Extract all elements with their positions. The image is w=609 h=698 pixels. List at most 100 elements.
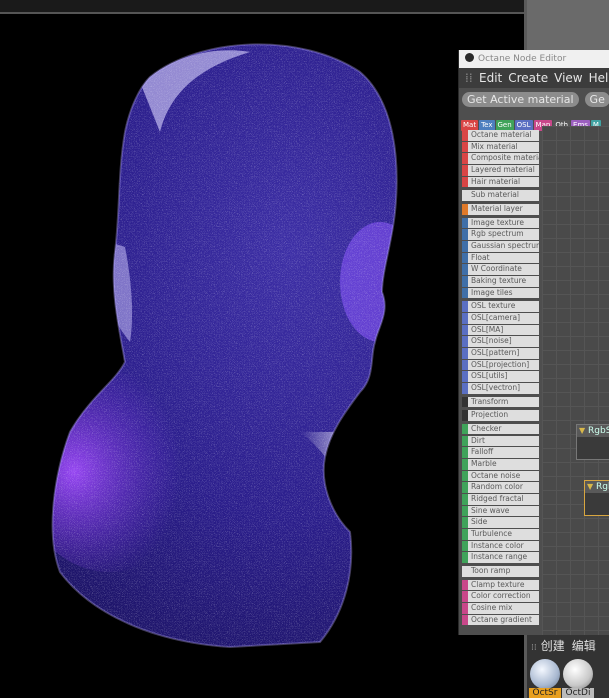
node-item-instance-color[interactable]: Instance color — [462, 540, 539, 552]
node-item-octane-material[interactable]: Octane material — [462, 130, 539, 141]
node-item-label: Side — [471, 517, 488, 527]
menu-create[interactable]: Create — [508, 71, 548, 85]
canvas-node-label: Rgb — [596, 482, 609, 492]
node-item-label: OSL[utils] — [471, 371, 508, 381]
collapse-arrow-icon[interactable]: ▼ — [579, 426, 585, 435]
category-color-swatch — [462, 383, 468, 394]
node-item-sub-material[interactable]: Sub material — [462, 190, 539, 201]
get-button[interactable]: Ge — [584, 92, 609, 107]
material-preview — [530, 659, 560, 689]
node-item-dirt[interactable]: Dirt — [462, 435, 539, 447]
node-item-osl-ma[interactable]: OSL[MA] — [462, 324, 539, 336]
node-item-label: Octane gradient — [471, 614, 532, 624]
node-item-label: Ridged fractal — [471, 493, 524, 503]
category-color-swatch — [462, 275, 468, 287]
node-item-label: Instance range — [471, 552, 528, 562]
node-item-mix-material[interactable]: Mix material — [462, 141, 539, 153]
viewport[interactable] — [0, 0, 527, 698]
node-item-toon-ramp[interactable]: Toon ramp — [462, 566, 539, 577]
node-item-composite-material[interactable]: Composite material — [462, 153, 539, 164]
node-item-osl-texture[interactable]: OSL texture — [462, 301, 539, 312]
grip-icon[interactable]: ⁞⁞ — [531, 643, 537, 653]
node-item-label: Gaussian spectrum — [471, 240, 539, 250]
node-item-transform[interactable]: Transform — [462, 396, 539, 408]
node-item-octane-noise[interactable]: Octane noise — [462, 470, 539, 482]
material-label: OctSr — [529, 688, 561, 698]
menu-edit[interactable]: Edit — [479, 71, 502, 85]
material-label: OctDi — [562, 688, 594, 698]
node-item-label: OSL[camera] — [471, 312, 521, 322]
menu-help[interactable]: Help — [589, 71, 609, 85]
category-color-swatch — [462, 324, 468, 336]
node-item-sine-wave[interactable]: Sine wave — [462, 505, 539, 517]
node-item-label: Checker — [471, 423, 502, 433]
node-item-hair-material[interactable]: Hair material — [462, 176, 539, 188]
node-item-label: OSL[noise] — [471, 336, 512, 346]
node-item-layered-material[interactable]: Layered material — [462, 165, 539, 176]
category-color-swatch — [462, 130, 468, 141]
node-item-label: OSL[projection] — [471, 359, 530, 369]
category-color-swatch — [462, 396, 468, 408]
node-item-label: Random color — [471, 482, 523, 492]
node-item-instance-range[interactable]: Instance range — [462, 552, 539, 563]
material-swatch-1[interactable]: OctSr — [529, 659, 561, 698]
menu-view[interactable]: View — [554, 71, 582, 85]
node-editor-titlebar[interactable]: Octane Node Editor — [459, 50, 609, 68]
canvas-node-rgb-spectrum-1[interactable]: ▼ RgbS — [576, 424, 609, 460]
grip-icon[interactable]: ⁞⁞ — [465, 68, 475, 88]
material-swatch-2[interactable]: OctDi — [562, 659, 594, 698]
octane-node-editor[interactable]: Octane Node Editor ⁞⁞EditCreateViewHelp … — [458, 50, 609, 635]
node-item-w-coordinate[interactable]: W Coordinate — [462, 264, 539, 275]
menu-edit-cn[interactable]: 编辑 — [572, 639, 596, 653]
node-item-clamp-texture[interactable]: Clamp texture — [462, 579, 539, 591]
node-item-falloff[interactable]: Falloff — [462, 447, 539, 458]
node-item-osl-vectron[interactable]: OSL[vectron] — [462, 383, 539, 394]
node-item-turbulence[interactable]: Turbulence — [462, 529, 539, 540]
node-item-rgb-spectrum[interactable]: Rgb spectrum — [462, 229, 539, 240]
node-item-label: Rgb spectrum — [471, 229, 524, 239]
node-item-material-layer[interactable]: Material layer — [462, 203, 539, 215]
node-item-baking-texture[interactable]: Baking texture — [462, 275, 539, 287]
node-item-marble[interactable]: Marble — [462, 458, 539, 470]
node-item-side[interactable]: Side — [462, 517, 539, 528]
node-item-checker[interactable]: Checker — [462, 423, 539, 435]
node-item-image-texture[interactable]: Image texture — [462, 217, 539, 229]
node-item-label: Color correction — [471, 591, 531, 601]
head-render — [51, 43, 398, 648]
octane-logo-icon — [465, 53, 474, 62]
node-item-gaussian-spectrum[interactable]: Gaussian spectrum — [462, 240, 539, 252]
node-item-osl-utils[interactable]: OSL[utils] — [462, 371, 539, 382]
right-panel-strip — [527, 0, 609, 50]
node-item-random-color[interactable]: Random color — [462, 482, 539, 493]
get-active-material-button[interactable]: Get Active material — [462, 92, 579, 107]
category-color-swatch — [462, 529, 468, 540]
node-item-color-correction[interactable]: Color correction — [462, 591, 539, 602]
node-item-float[interactable]: Float — [462, 252, 539, 264]
category-color-swatch — [462, 493, 468, 505]
node-item-label: Projection — [471, 410, 509, 420]
material-preview — [563, 659, 593, 689]
node-item-osl-projection[interactable]: OSL[projection] — [462, 359, 539, 371]
node-item-label: Composite material — [471, 153, 539, 163]
category-color-swatch — [462, 176, 468, 188]
node-item-label: Material layer — [471, 203, 523, 213]
node-item-label: Falloff — [471, 447, 494, 457]
canvas-node-rgb-spectrum-2[interactable]: ▼ Rgb — [584, 480, 609, 516]
node-item-octane-gradient[interactable]: Octane gradient — [462, 614, 539, 626]
node-item-label: Float — [471, 252, 490, 262]
node-item-label: Hair material — [471, 176, 521, 186]
node-item-cosine-mix[interactable]: Cosine mix — [462, 602, 539, 614]
node-item-osl-noise[interactable]: OSL[noise] — [462, 336, 539, 347]
node-item-projection[interactable]: Projection — [462, 410, 539, 421]
node-item-ridged-fractal[interactable]: Ridged fractal — [462, 493, 539, 505]
node-item-image-tiles[interactable]: Image tiles — [462, 287, 539, 299]
collapse-arrow-icon[interactable]: ▼ — [587, 482, 593, 491]
node-editor-title: Octane Node Editor — [478, 54, 567, 64]
node-item-osl-pattern[interactable]: OSL[pattern] — [462, 348, 539, 359]
node-item-osl-camera[interactable]: OSL[camera] — [462, 312, 539, 324]
category-color-swatch — [462, 458, 468, 470]
node-item-label: Image tiles — [471, 287, 513, 297]
node-item-label: Toon ramp — [471, 566, 511, 575]
menu-create-cn[interactable]: 创建 — [541, 639, 565, 653]
node-canvas[interactable]: ▼ RgbS ▼ Rgb — [542, 126, 609, 635]
